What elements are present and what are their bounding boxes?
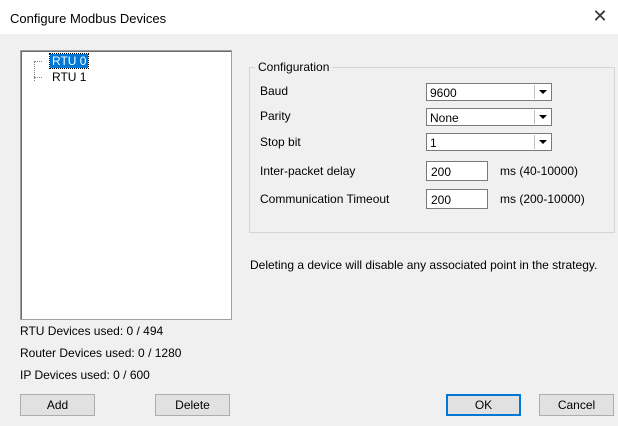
configuration-group: Configuration Baud 9600 Parity None Stop… [249, 60, 615, 233]
chevron-down-icon[interactable] [534, 110, 550, 124]
inter-packet-delay-label: Inter-packet delay [260, 164, 356, 178]
parity-label: Parity [260, 109, 291, 123]
stop-bit-select[interactable]: 1 [426, 133, 552, 151]
stop-bit-label: Stop bit [260, 135, 301, 149]
comm-timeout-input[interactable]: 200 [426, 189, 488, 209]
chevron-down-icon[interactable] [534, 85, 550, 99]
delete-warning-text: Deleting a device will disable any assoc… [250, 258, 598, 272]
title-bar: Configure Modbus Devices ✕ [0, 0, 618, 34]
baud-label: Baud [260, 84, 289, 98]
parity-select[interactable]: None [426, 108, 552, 126]
inter-packet-delay-unit: ms (40-10000) [500, 164, 579, 178]
parity-value: None [430, 111, 459, 125]
cancel-button[interactable]: Cancel [539, 394, 614, 416]
delete-button[interactable]: Delete [155, 394, 230, 416]
comm-timeout-value: 200 [431, 193, 452, 207]
baud-value: 9600 [430, 86, 457, 100]
inter-packet-delay-input[interactable]: 200 [426, 161, 488, 181]
rtu-devices-used: RTU Devices used: 0 / 494 [20, 324, 164, 338]
tree-connector [34, 77, 42, 78]
tree-item-label: RTU 1 [52, 70, 87, 84]
ip-devices-used: IP Devices used: 0 / 600 [20, 368, 150, 382]
comm-timeout-unit: ms (200-10000) [500, 192, 585, 206]
comm-timeout-label: Communication Timeout [260, 192, 390, 206]
stop-bit-value: 1 [430, 136, 437, 150]
dialog-body: RTU 0 RTU 1 RTU Devices used: 0 / 494 Ro… [0, 34, 618, 426]
device-tree[interactable]: RTU 0 RTU 1 [20, 50, 232, 320]
router-devices-used: Router Devices used: 0 / 1280 [20, 346, 182, 360]
add-button[interactable]: Add [20, 394, 95, 416]
ok-button[interactable]: OK [446, 394, 521, 416]
tree-connector [34, 61, 42, 62]
baud-select[interactable]: 9600 [426, 83, 552, 101]
window-title: Configure Modbus Devices [10, 11, 167, 26]
tree-connector [34, 61, 35, 81]
chevron-down-icon[interactable] [534, 135, 550, 149]
inter-packet-delay-value: 200 [431, 165, 452, 179]
group-caption: Configuration [255, 60, 333, 74]
tree-item-label: RTU 0 [48, 53, 90, 69]
close-icon[interactable]: ✕ [590, 6, 610, 26]
